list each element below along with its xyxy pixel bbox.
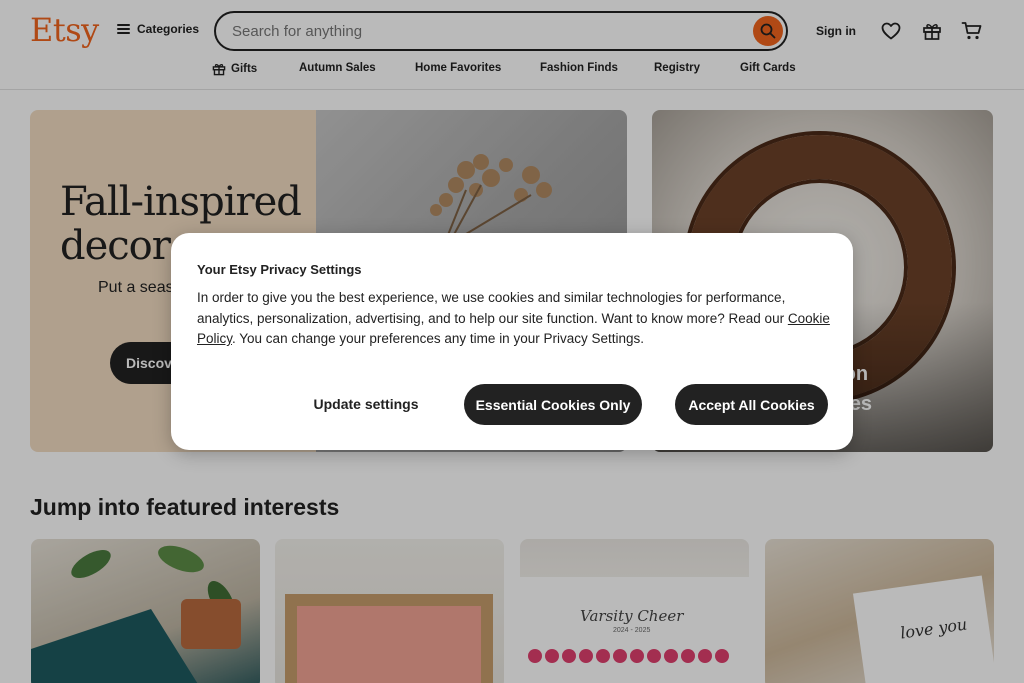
dialog-body-text: In order to give you the best experience… — [197, 290, 788, 326]
essential-cookies-button[interactable]: Essential Cookies Only — [464, 384, 642, 425]
dialog-body: In order to give you the best experience… — [197, 288, 833, 350]
update-settings-button[interactable]: Update settings — [296, 383, 436, 425]
dialog-body-text-end: . You can change your preferences any ti… — [232, 331, 644, 346]
dialog-title: Your Etsy Privacy Settings — [197, 262, 362, 277]
privacy-settings-dialog: Your Etsy Privacy Settings In order to g… — [171, 233, 853, 450]
accept-all-cookies-button[interactable]: Accept All Cookies — [675, 384, 828, 425]
